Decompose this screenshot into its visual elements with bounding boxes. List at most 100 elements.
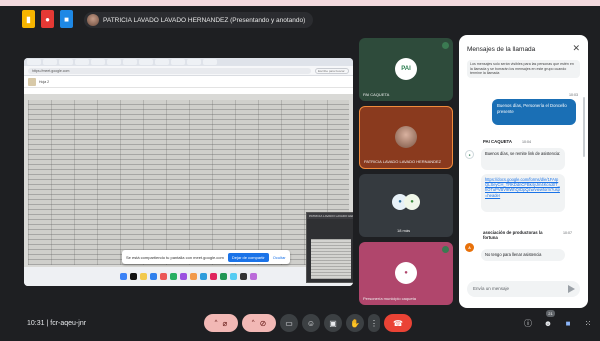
taskbar-icon [150, 273, 157, 280]
doc-search: Escribe para buscar [315, 67, 349, 74]
files-app-icon[interactable]: ▮ [22, 10, 35, 28]
pip-title: PATRICIA LAVADO LAVADO HERNANDEZ [307, 213, 353, 219]
leave-call-button[interactable]: ☎ [384, 314, 412, 332]
send-icon[interactable] [568, 285, 575, 293]
chat-message: No tengo para llenar asistencia [481, 249, 565, 261]
close-icon[interactable]: ✕ [572, 44, 580, 53]
browser-tabs [24, 58, 353, 66]
document-toolbar: Hoja 2 [24, 76, 353, 88]
more-options-button[interactable]: ⋮ [368, 314, 380, 332]
attendance-link[interactable]: https://docs.google.com/forms/d/e/1FAIpQ… [485, 177, 560, 198]
mic-off-icon: ⌀ [222, 318, 228, 328]
chat-icon: ■ [565, 318, 571, 328]
presenter-label: PATRICIA LAVADO LAVADO HERNANDEZ (Presen… [103, 16, 306, 24]
participant-tile[interactable]: PATRICIA LAVADO LAVADO HERNANDEZ [359, 106, 453, 169]
chat-button[interactable]: ■ [562, 317, 574, 329]
stop-sharing-button[interactable]: Dejar de compartir [227, 252, 269, 262]
app-icons: ▮ ● ■ [22, 10, 73, 28]
presenter-chip[interactable]: PATRICIA LAVADO LAVADO HERNANDEZ (Presen… [84, 12, 314, 28]
browser-tab [123, 59, 137, 65]
chevron-up-icon[interactable]: ^ [252, 320, 255, 326]
message-sender: asociación de productoras la fortuna [483, 230, 543, 240]
info-button[interactable]: ⓘ [522, 317, 534, 329]
present-button[interactable]: ▣ [324, 314, 342, 332]
participant-avatar: ● [395, 261, 417, 284]
os-taskbar [24, 267, 353, 286]
participant-name: PATRICIA LAVADO LAVADO HERNANDEZ [364, 159, 442, 164]
captions-button[interactable]: ▭ [280, 314, 298, 332]
hide-banner-button[interactable]: Ocultar [273, 255, 286, 260]
raise-hand-button[interactable]: ✋ [346, 314, 364, 332]
participant-name: PAI CAQUETA [363, 92, 390, 97]
more-participants-label: 18 más [397, 228, 411, 233]
picture-in-picture[interactable]: PATRICIA LAVADO LAVADO HERNANDEZ [306, 212, 353, 283]
participant-tile[interactable]: ● Personería municipio caqueta [359, 242, 453, 305]
browser-tab [155, 59, 169, 65]
taskbar-icon [180, 273, 187, 280]
browser-address-bar: https://meet.google.com Escribe para bus… [24, 66, 353, 76]
participant-tile[interactable]: ● ● 18 más [359, 174, 453, 237]
camera-toggle-button[interactable]: ^ ⊘ [242, 314, 276, 332]
participant-name: Personería municipio caqueta [363, 296, 416, 301]
info-icon: ⓘ [524, 318, 532, 328]
taskbar-icon [210, 273, 217, 280]
sender-avatar: A [465, 243, 474, 252]
meeting-separator: | [46, 320, 49, 327]
participant-avatar [395, 125, 417, 148]
browser-tab [59, 59, 73, 65]
pip-preview [311, 239, 351, 279]
share-banner-text: Se está compartiendo tu pantalla con mee… [126, 254, 224, 260]
message-sender: PAI CAQUETA [483, 139, 512, 144]
emoji-button[interactable]: ☺ [302, 314, 320, 332]
record-app-icon[interactable]: ● [41, 10, 54, 28]
participant-count-badge: 21 [546, 310, 555, 317]
browser-tab [91, 59, 105, 65]
meeting-time: 10:31 [27, 320, 45, 327]
meeting-code: fcr-aqeu-jnr [50, 320, 87, 327]
taskbar-icon [220, 273, 227, 280]
more-icon: ⋮ [370, 318, 378, 328]
meeting-info: 10:31 | fcr-aqeu-jnr [27, 320, 86, 327]
chat-scrollbar[interactable] [583, 97, 585, 157]
message-time: 10:04 [522, 140, 531, 144]
people-button[interactable]: 21 ☻ [542, 310, 555, 329]
taskbar-icon [190, 273, 197, 280]
document-thumbnail-icon [28, 77, 36, 86]
side-controls: ⓘ 21 ☻ ■ ⁙ [522, 310, 594, 329]
chat-title: Mensajes de la llamada [467, 46, 536, 53]
activities-button[interactable]: ⁙ [582, 317, 594, 329]
browser-tab [75, 59, 89, 65]
people-icon: ☻ [543, 318, 553, 328]
chat-info-notice: Los mensajes solo serán visibles para la… [467, 60, 580, 78]
mic-toggle-button[interactable]: ^ ⌀ [204, 314, 238, 332]
shared-screen: https://meet.google.com Escribe para bus… [24, 58, 353, 286]
present-icon: ▣ [329, 318, 337, 328]
taskbar-icon [120, 273, 127, 280]
camera-off-icon: ⊘ [259, 318, 267, 328]
chevron-up-icon[interactable]: ^ [215, 320, 218, 326]
scanned-table [28, 100, 349, 265]
call-controls: ^ ⌀ ^ ⊘ ▭ ☺ ▣ ✋ ⋮ ☎ [204, 314, 412, 332]
raise-hand-icon: ✋ [350, 318, 360, 328]
docs-app-icon[interactable]: ■ [60, 10, 73, 28]
browser-tab [139, 59, 153, 65]
message-time: 10:03 [569, 93, 578, 97]
taskbar-icon [250, 273, 257, 280]
browser-tab [27, 59, 41, 65]
speaking-indicator-icon [442, 42, 449, 49]
screen-share-banner: Se está compartiendo tu pantalla con mee… [122, 250, 290, 264]
presenter-avatar [87, 14, 99, 26]
document-title: Hoja 2 [39, 79, 50, 84]
chat-message-input[interactable]: Envía un mensaje [467, 281, 580, 297]
taskbar-icon [170, 273, 177, 280]
taskbar-icon [240, 273, 247, 280]
browser-tab [187, 59, 201, 65]
taskbar-icon [200, 273, 207, 280]
browser-tab [171, 59, 185, 65]
sender-avatar: ● [465, 150, 474, 159]
chat-link-message: https://docs.google.com/forms/d/e/1FAIpQ… [481, 174, 565, 212]
participant-avatar: ● [404, 193, 420, 210]
browser-tab [107, 59, 121, 65]
participant-tile[interactable]: PAI PAI CAQUETA [359, 38, 453, 101]
address-url: https://meet.google.com [28, 67, 311, 74]
